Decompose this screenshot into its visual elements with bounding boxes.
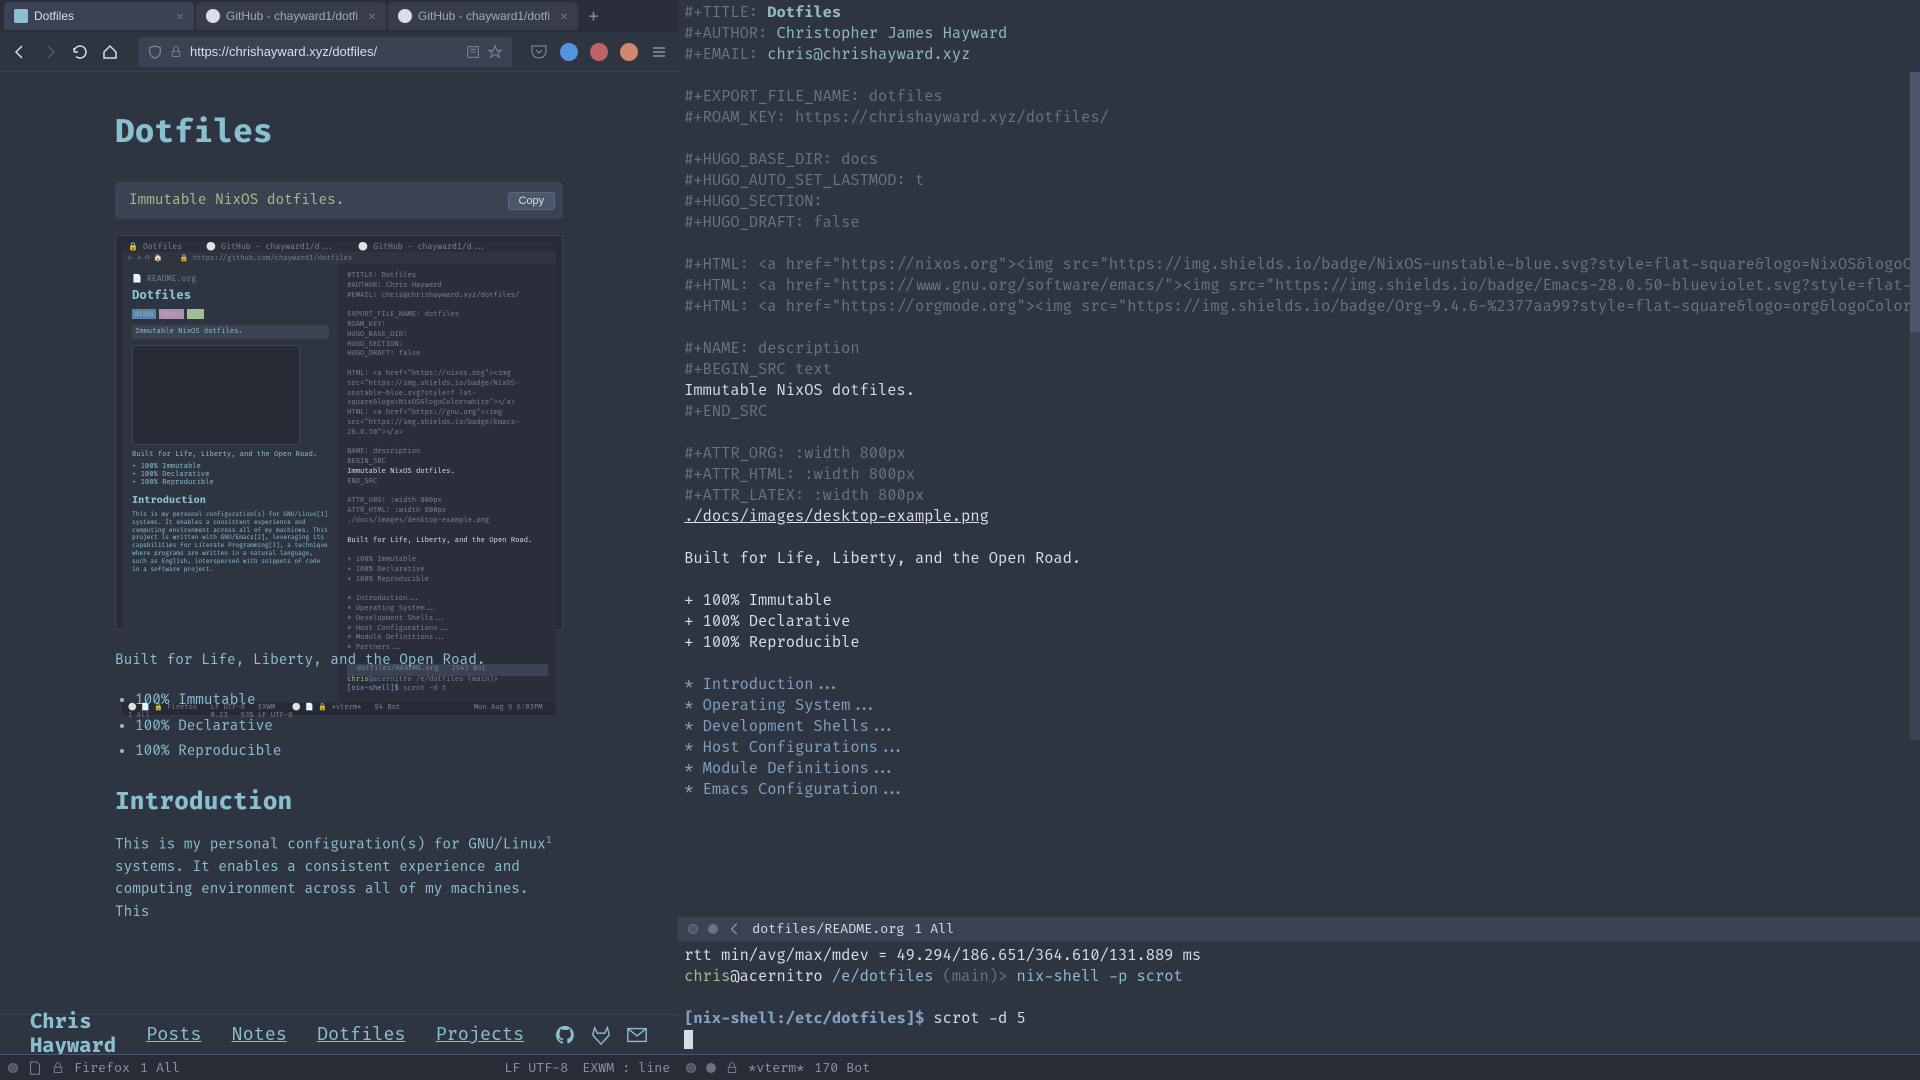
intro-paragraph: This is my personal configuration(s) for… bbox=[115, 833, 563, 924]
home-icon[interactable] bbox=[100, 42, 120, 62]
save-icon bbox=[728, 922, 742, 936]
tab-github-2[interactable]: GitHub - chayward1/dotfi × bbox=[388, 2, 578, 30]
lock-icon bbox=[726, 1062, 738, 1074]
tab-label: GitHub - chayward1/dotfi bbox=[226, 9, 358, 23]
site-nav: Chris Hayward Posts Notes Dotfiles Proje… bbox=[0, 1014, 678, 1054]
tab-dotfiles[interactable]: Dotfiles × bbox=[4, 2, 194, 30]
buffer-name: *vterm* bbox=[748, 1060, 804, 1076]
nav-projects[interactable]: Projects bbox=[436, 1023, 525, 1046]
site-name[interactable]: Chris Hayward bbox=[30, 1011, 116, 1059]
terminal-buffer[interactable]: rtt min/avg/max/mdev = 49.294/186.651/36… bbox=[678, 941, 1920, 1054]
page-content[interactable]: Dotfiles Immutable NixOS dotfiles. Copy … bbox=[0, 72, 678, 1014]
list-item: 100% Reproducible bbox=[135, 739, 563, 764]
url-text: https://chrishayward.xyz/dotfiles/ bbox=[190, 44, 377, 59]
menu-icon[interactable] bbox=[650, 43, 668, 61]
reader-icon[interactable] bbox=[466, 45, 480, 59]
favicon-icon bbox=[14, 9, 28, 23]
left-modeline: Firefox 1 All LF UTF-8 EXWM : line bbox=[0, 1054, 678, 1080]
encoding-indicator: LF UTF-8 bbox=[504, 1060, 568, 1076]
intro-heading: Introduction bbox=[115, 788, 563, 817]
lock-icon bbox=[52, 1062, 64, 1074]
page-title: Dotfiles bbox=[115, 112, 563, 152]
ublock-icon[interactable] bbox=[590, 43, 608, 61]
tab-label: Dotfiles bbox=[34, 9, 74, 23]
forward-icon[interactable] bbox=[40, 42, 60, 62]
close-icon[interactable]: × bbox=[560, 8, 568, 24]
nav-notes[interactable]: Notes bbox=[232, 1023, 287, 1046]
lock-icon bbox=[170, 46, 182, 58]
mode-indicator: EXWM : line bbox=[582, 1060, 670, 1076]
close-icon[interactable]: × bbox=[368, 8, 376, 24]
terminal-modeline: *vterm* 170 Bot Tue Aug 10 9:45AM 0.31 1… bbox=[678, 1054, 1920, 1080]
modified-indicator-icon bbox=[708, 924, 718, 934]
list-item: 100% Declarative bbox=[135, 714, 563, 739]
browser-toolbar: https://chrishayward.xyz/dotfiles/ bbox=[0, 32, 678, 72]
email-icon[interactable] bbox=[626, 1024, 648, 1046]
browser-tabs-bar: Dotfiles × GitHub - chayward1/dotfi × Gi… bbox=[0, 0, 678, 32]
back-icon[interactable] bbox=[10, 42, 30, 62]
url-bar[interactable]: https://chrishayward.xyz/dotfiles/ bbox=[138, 37, 512, 67]
position-indicator: 1 All bbox=[914, 921, 954, 937]
extension-icon[interactable] bbox=[560, 43, 578, 61]
terminal-prompt-line: [nix-shell:/etc/dotfiles]$ scrot -d 5 bbox=[684, 1008, 1920, 1029]
new-tab-button[interactable]: + bbox=[580, 5, 607, 28]
file-icon bbox=[28, 1061, 42, 1075]
position-indicator: 1 All bbox=[140, 1060, 180, 1076]
github-icon bbox=[206, 9, 220, 23]
terminal-output: rtt min/avg/max/mdev = 49.294/186.651/36… bbox=[684, 945, 1920, 966]
tab-label: GitHub - chayward1/dotfi bbox=[418, 9, 550, 23]
github-icon[interactable] bbox=[554, 1024, 576, 1046]
modified-indicator-icon bbox=[706, 1063, 716, 1073]
shield-icon bbox=[148, 45, 162, 59]
bookmark-icon[interactable] bbox=[488, 45, 502, 59]
nav-dotfiles[interactable]: Dotfiles bbox=[317, 1023, 406, 1046]
github-icon bbox=[398, 9, 412, 23]
close-icon[interactable]: × bbox=[176, 8, 184, 24]
position-indicator: 170 Bot bbox=[814, 1060, 870, 1076]
state-indicator-icon bbox=[8, 1063, 18, 1073]
extension-icon[interactable] bbox=[620, 43, 638, 61]
editor-buffer[interactable]: #+TITLE: Dotfiles #+AUTHOR: Christopher … bbox=[678, 0, 1920, 917]
desktop-screenshot-image: 🔒 Dotfiles⚪ GitHub - chayward1/d...⚪ Git… bbox=[115, 235, 563, 630]
reload-icon[interactable] bbox=[70, 42, 90, 62]
file-path: dotfiles/README.org bbox=[752, 921, 904, 937]
scrollbar[interactable] bbox=[1910, 72, 1920, 740]
copy-button[interactable]: Copy bbox=[508, 192, 556, 210]
editor-modeline: dotfiles/README.org 1 All LF UTF-8 Org ⎇… bbox=[678, 917, 1920, 941]
tab-github-1[interactable]: GitHub - chayward1/dotfi × bbox=[196, 2, 386, 30]
code-text: Immutable NixOS dotfiles. bbox=[129, 192, 344, 209]
code-block: Immutable NixOS dotfiles. Copy bbox=[115, 182, 563, 219]
nav-posts[interactable]: Posts bbox=[146, 1023, 201, 1046]
pocket-icon[interactable] bbox=[530, 43, 548, 61]
state-indicator-icon bbox=[686, 1063, 696, 1073]
state-indicator-icon bbox=[688, 924, 698, 934]
terminal-prompt-line: chris@acernitro /e/dotfiles (main)> nix-… bbox=[684, 966, 1920, 987]
gitlab-icon[interactable] bbox=[590, 1024, 612, 1046]
buffer-name: Firefox bbox=[74, 1060, 130, 1076]
